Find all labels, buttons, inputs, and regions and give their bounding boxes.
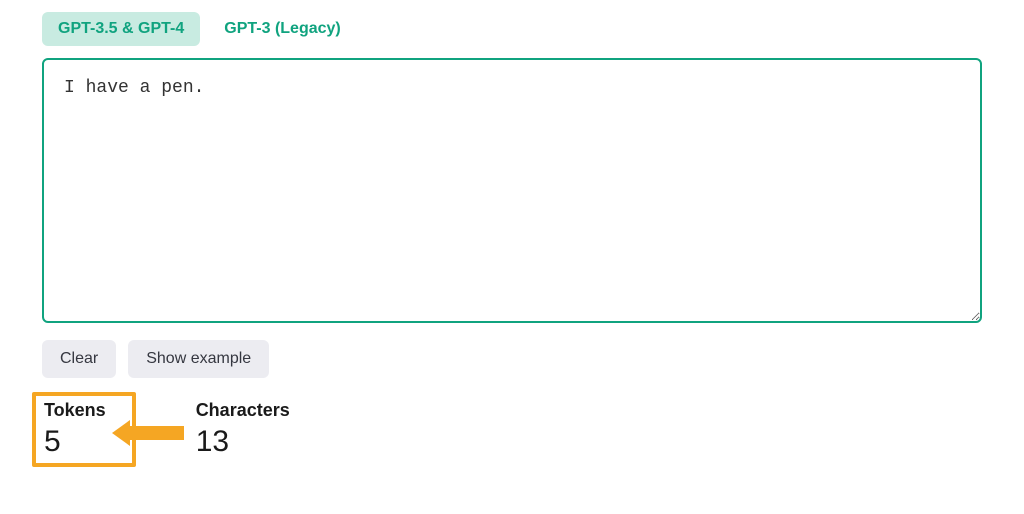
characters-value: 13: [196, 427, 290, 457]
tokenizer-input[interactable]: [42, 58, 982, 323]
tokens-label: Tokens: [44, 400, 106, 421]
arrow-left-icon: [128, 426, 184, 440]
model-tabs: GPT-3.5 & GPT-4 GPT-3 (Legacy): [42, 12, 982, 46]
clear-button[interactable]: Clear: [42, 340, 116, 378]
characters-label: Characters: [196, 400, 290, 421]
tokens-value: 5: [44, 427, 106, 457]
button-row: Clear Show example: [42, 340, 982, 378]
highlight-arrow: [128, 426, 184, 440]
stats-row: Tokens 5 Characters 13: [42, 396, 982, 467]
characters-stat: Characters 13: [188, 396, 298, 461]
tokenizer-input-wrap: [42, 58, 982, 328]
tab-gpt3-legacy[interactable]: GPT-3 (Legacy): [208, 12, 356, 46]
show-example-button[interactable]: Show example: [128, 340, 269, 378]
tab-gpt35-gpt4[interactable]: GPT-3.5 & GPT-4: [42, 12, 200, 46]
